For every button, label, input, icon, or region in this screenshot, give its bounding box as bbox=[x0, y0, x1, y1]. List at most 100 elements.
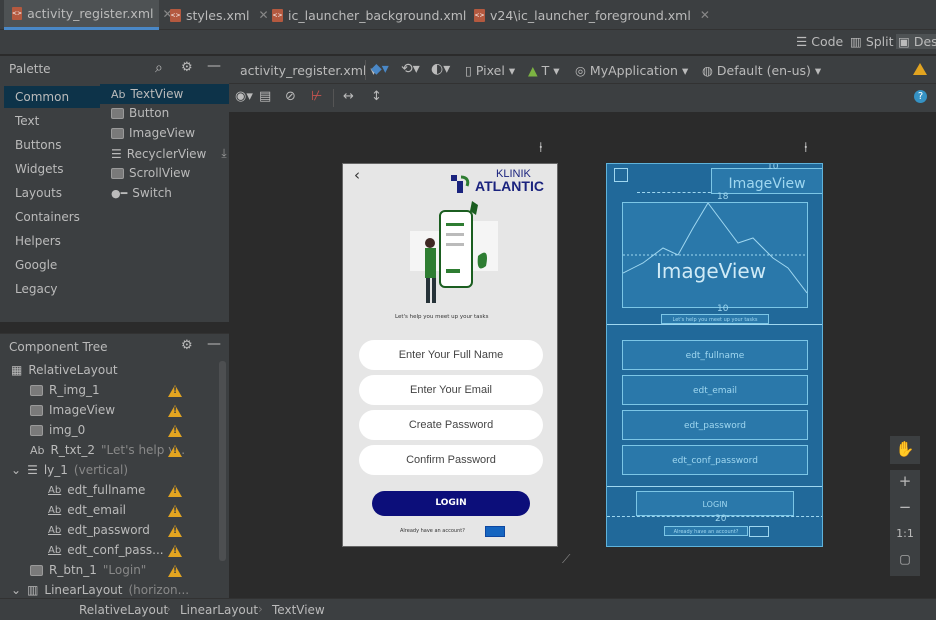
blueprint-edt-email[interactable]: edt_email bbox=[622, 375, 808, 405]
palette-category-legacy[interactable]: Legacy bbox=[15, 282, 58, 296]
palette-category-layouts[interactable]: Layouts bbox=[15, 186, 62, 200]
palette-item-imageview[interactable]: ImageView bbox=[111, 126, 195, 140]
warning-icon[interactable] bbox=[168, 445, 182, 457]
design-surface[interactable] bbox=[229, 112, 936, 598]
blueprint-edt-conf-password[interactable]: edt_conf_password bbox=[622, 445, 808, 475]
tab-ic-launcher-background[interactable]: <> ic_launcher_background.xml ✕ bbox=[272, 0, 485, 30]
tree-node-img-0[interactable]: img_0 bbox=[30, 423, 85, 437]
warning-icon[interactable] bbox=[168, 425, 182, 437]
fit-screen-icon[interactable]: ▢ bbox=[890, 552, 920, 566]
theme-dropdown[interactable]: ◎ MyApplication ▾ bbox=[575, 63, 688, 78]
tree-node-ly-1[interactable]: ⌄ ☰ ly_1 (vertical) bbox=[11, 463, 128, 477]
email-input[interactable]: Enter Your Email bbox=[359, 375, 543, 405]
breadcrumb-item-textview[interactable]: TextView bbox=[272, 603, 325, 617]
night-mode-icon[interactable]: ◐▾ bbox=[431, 61, 450, 77]
orientation-icon[interactable]: ⟲▾ bbox=[401, 61, 420, 77]
password-input[interactable]: Create Password bbox=[359, 410, 543, 440]
split-mode-button[interactable]: ▥ Split bbox=[850, 34, 894, 49]
palette-item-button[interactable]: Button bbox=[111, 106, 169, 120]
blueprint-footer[interactable]: Already have an account? bbox=[664, 526, 748, 536]
device-dropdown[interactable]: ▯ Pixel ▾ bbox=[465, 63, 515, 78]
code-mode-button[interactable]: ☰ Code bbox=[796, 34, 843, 49]
tree-node-edt-email[interactable]: Ab edt_email bbox=[48, 503, 126, 517]
palette-category-buttons[interactable]: Buttons bbox=[15, 138, 61, 152]
expand-vertical-icon[interactable]: ↕ bbox=[371, 89, 382, 104]
palette-category-helpers[interactable]: Helpers bbox=[15, 234, 61, 248]
blueprint-login-button[interactable]: LOGIN bbox=[636, 491, 794, 516]
palette-item-switch[interactable]: ●━ Switch bbox=[111, 186, 172, 200]
layers-icon[interactable]: ◆▾ bbox=[371, 61, 389, 77]
palette-category-common[interactable]: Common bbox=[4, 86, 100, 108]
tree-node-imageview[interactable]: ImageView bbox=[30, 403, 115, 417]
blueprint-edt-fullname[interactable]: edt_fullname bbox=[622, 340, 808, 370]
palette-category-widgets[interactable]: Widgets bbox=[15, 162, 64, 176]
pin-icon[interactable]: ⍿ bbox=[539, 140, 543, 156]
tree-node-edt-fullname[interactable]: Ab edt_fullname bbox=[48, 483, 145, 497]
breadcrumb-item-relativelayout[interactable]: RelativeLayout bbox=[79, 603, 168, 617]
palette-item-recyclerview[interactable]: ☰ RecyclerView ⤓ bbox=[111, 146, 227, 161]
close-icon[interactable]: ✕ bbox=[700, 8, 710, 22]
zoom-out-icon[interactable]: − bbox=[890, 498, 920, 516]
tree-node-r-txt-2[interactable]: Ab R_txt_2 "Let's help y... bbox=[30, 443, 185, 457]
design-mode-button[interactable]: ▣ Des bbox=[896, 34, 936, 49]
margin-label: 20 bbox=[715, 514, 727, 524]
warning-icon[interactable] bbox=[168, 505, 182, 517]
autoconnect-icon[interactable]: ⊘ bbox=[285, 89, 296, 104]
blueprint-edt-password[interactable]: edt_password bbox=[622, 410, 808, 440]
warning-icon[interactable] bbox=[168, 485, 182, 497]
tree-scrollbar[interactable] bbox=[219, 361, 226, 561]
palette-category-google[interactable]: Google bbox=[15, 258, 57, 272]
blueprint-badge[interactable] bbox=[749, 526, 769, 537]
tree-node-relativelayout[interactable]: ▦ RelativeLayout bbox=[11, 363, 118, 377]
search-icon[interactable]: ⌕ bbox=[155, 60, 163, 76]
palette-item-textview[interactable]: Ab TextView bbox=[100, 84, 229, 104]
download-icon[interactable]: ⤓ bbox=[221, 146, 226, 161]
layout-file-dropdown[interactable]: activity_register.xml ▾ bbox=[240, 63, 377, 78]
tree-node-r-btn-1[interactable]: R_btn_1 "Login" bbox=[30, 563, 146, 577]
locale-dropdown[interactable]: ◍ Default (en-us) ▾ bbox=[702, 63, 821, 78]
api-dropdown[interactable]: ▲ T ▾ bbox=[528, 63, 560, 78]
blueprint-main-image[interactable]: ImageView bbox=[622, 202, 808, 308]
warning-icon[interactable] bbox=[168, 565, 182, 577]
margin-icon[interactable]: ▤ bbox=[259, 89, 271, 104]
warning-icon[interactable] bbox=[168, 525, 182, 537]
close-icon[interactable]: ✕ bbox=[259, 8, 269, 22]
actual-size-button[interactable]: 1:1 bbox=[890, 527, 920, 540]
warning-icon[interactable] bbox=[913, 63, 927, 75]
tree-node-edt-conf-password[interactable]: Ab edt_conf_pass... bbox=[48, 543, 164, 557]
minimize-icon[interactable]: — bbox=[207, 58, 221, 74]
tab-activity-register[interactable]: <> activity_register.xml ✕ bbox=[4, 0, 173, 30]
back-arrow-icon[interactable]: ‹ bbox=[354, 166, 360, 184]
tree-node-edt-password[interactable]: Ab edt_password bbox=[48, 523, 150, 537]
login-button[interactable]: LOGIN bbox=[372, 491, 530, 516]
warning-icon[interactable] bbox=[168, 545, 182, 557]
gear-icon[interactable]: ⚙ bbox=[181, 60, 193, 75]
tab-styles[interactable]: <> styles.xml ✕ bbox=[170, 0, 269, 30]
breadcrumb-item-linearlayout[interactable]: LinearLayout bbox=[180, 603, 258, 617]
blueprint-tagline[interactable]: Let's help you meet up your tasks bbox=[661, 314, 769, 324]
pin-icon[interactable]: ⍿ bbox=[804, 140, 808, 156]
zoom-in-icon[interactable]: + bbox=[890, 472, 920, 490]
tab-ic-launcher-foreground[interactable]: <> v24\ic_launcher_foreground.xml ✕ bbox=[474, 0, 710, 30]
expand-horizontal-icon[interactable]: ↔ bbox=[343, 89, 354, 104]
tree-node-r-img-1[interactable]: R_img_1 bbox=[30, 383, 100, 397]
eye-icon[interactable]: ◉▾ bbox=[235, 89, 253, 104]
palette-category-text[interactable]: Text bbox=[15, 114, 39, 128]
tree-node-linearlayout[interactable]: ⌄ ▥ LinearLayout (horizon... bbox=[11, 583, 189, 597]
design-preview[interactable]: ‹ KLINIK ATLANTIC Let's help you meet up… bbox=[342, 163, 558, 547]
help-icon[interactable]: ? bbox=[914, 90, 927, 103]
pan-tool[interactable]: ✋ bbox=[890, 436, 920, 464]
palette-category-containers[interactable]: Containers bbox=[15, 210, 80, 224]
blueprint-view[interactable]: ImageView 10 18 ImageView 10 Let's help … bbox=[606, 163, 823, 547]
palette-item-label: Switch bbox=[132, 186, 172, 200]
palette-item-scrollview[interactable]: ScrollView bbox=[111, 166, 190, 180]
minimize-icon[interactable]: — bbox=[207, 336, 221, 352]
warning-icon[interactable] bbox=[168, 385, 182, 397]
gear-icon[interactable]: ⚙ bbox=[181, 338, 193, 353]
signin-badge-icon[interactable] bbox=[485, 526, 505, 537]
fullname-input[interactable]: Enter Your Full Name bbox=[359, 340, 543, 370]
warning-icon[interactable] bbox=[168, 405, 182, 417]
confirm-password-input[interactable]: Confirm Password bbox=[359, 445, 543, 475]
resize-handle-icon[interactable]: ⟋ bbox=[562, 552, 570, 567]
clear-constraints-icon[interactable]: ⊬ bbox=[311, 89, 322, 104]
